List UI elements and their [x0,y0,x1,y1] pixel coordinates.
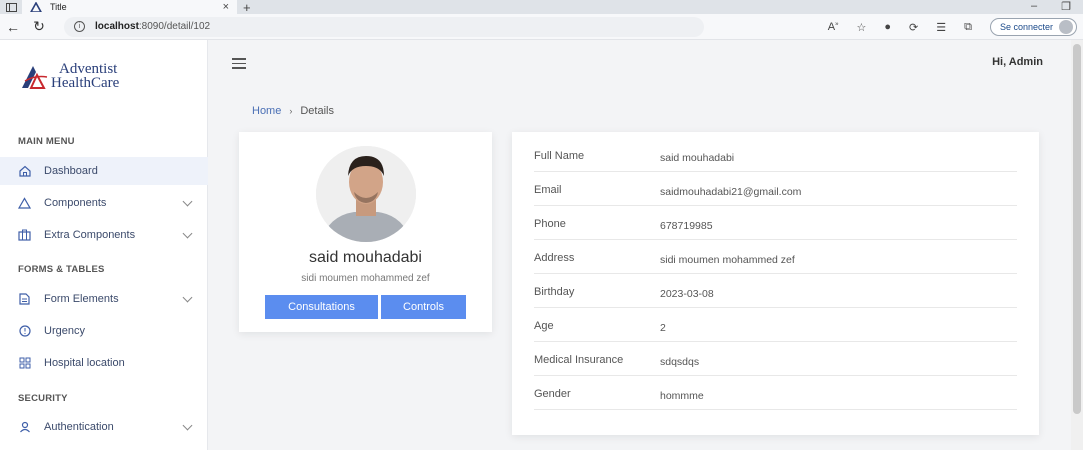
back-icon[interactable]: ← [0,19,26,35]
address-bar: ← ↻ i localhost:8090/detail/102 A» ☆ ● ⟳… [0,14,1083,40]
detail-value: 2 [660,322,666,334]
brand-line1: Adventist [59,61,118,77]
chevron-down-icon [182,196,193,207]
detail-row-medical-insurance: Medical Insurance sdqsdqs [534,342,1017,376]
detail-value: said mouhadabi [660,152,735,164]
detail-value: 2023-03-08 [660,288,714,300]
profile-avatar-icon [1059,20,1073,34]
menu-toggle-icon[interactable] [232,58,246,72]
sidebar-item-hospital-location[interactable]: Hospital location [0,349,208,377]
consultations-button[interactable]: Consultations [265,295,378,319]
favorite-icon[interactable]: ☆ [856,21,866,34]
restore-icon[interactable]: ❐ [1061,0,1071,13]
user-greeting[interactable]: Hi, Admin [992,56,1043,68]
sidebar-item-dashboard[interactable]: Dashboard [0,157,208,185]
favorites-list-icon[interactable]: ☰ [936,21,946,34]
sidebar-item-label: Components [44,197,107,209]
chevron-right-icon: › [289,106,293,116]
extensions-icon[interactable]: ⟳ [909,21,918,34]
grid-icon [18,357,31,370]
info-icon[interactable]: i [74,21,85,32]
sidebar-item-components[interactable]: Components [0,189,208,217]
detail-label: Address [534,252,575,264]
detail-value: hommme [660,390,704,402]
alert-circle-icon [18,325,31,338]
url-path: :8090/detail/102 [138,21,211,32]
cookie-extension-icon[interactable]: ● [884,21,891,33]
details-card: Full Name said mouhadabi Email saidmouha… [512,132,1039,435]
sidebar-item-form-elements[interactable]: Form Elements [0,285,208,313]
detail-value: sidi moumen mohammed zef [660,254,795,266]
detail-label: Phone [534,218,566,230]
section-security: SECURITY [18,393,68,404]
sidebar-item-label: Authentication [44,421,114,433]
url-host: localhost [95,21,139,32]
close-tab-icon[interactable]: × [223,1,229,13]
patient-photo [316,146,416,242]
detail-label: Medical Insurance [534,354,624,366]
detail-value: saidmouhadabi21@gmail.com [660,186,802,198]
controls-button[interactable]: Controls [381,295,466,319]
browser-tab[interactable]: Title × [22,0,237,14]
sidebar-item-label: Dashboard [44,165,98,177]
collections-icon[interactable]: ⧉ [964,21,972,34]
sign-in-button[interactable]: Se connecter [989,18,1077,36]
new-tab-icon[interactable]: + [243,0,251,15]
breadcrumb-home-link[interactable]: Home [252,105,281,117]
detail-row-address: Address sidi moumen mohammed zef [534,240,1017,274]
sidebar-item-extra-components[interactable]: Extra Components [0,221,208,249]
section-forms-tables: FORMS & TABLES [18,264,105,275]
patient-name: said mouhadabi [309,249,422,266]
detail-label: Age [534,320,554,332]
detail-row-birthday: Birthday 2023-03-08 [534,274,1017,308]
chevron-down-icon [182,420,193,431]
read-aloud-icon[interactable]: A» [828,21,839,33]
page-scrollbar[interactable] [1071,40,1083,450]
browser-tab-bar: Title × + – ❐ [0,0,1083,15]
sidebar-item-label: Form Elements [44,293,119,305]
detail-row-gender: Gender hommme [534,376,1017,410]
sidebar-item-label: Urgency [44,325,85,337]
scrollbar-thumb[interactable] [1073,44,1081,414]
detail-row-full-name: Full Name said mouhadabi [534,138,1017,172]
sidebar: Adventist HealthCare MAIN MENU Dashboard… [0,40,208,450]
sidebar-item-urgency[interactable]: Urgency [0,317,208,345]
chevron-down-icon [182,228,193,239]
profile-card: said mouhadabi sidi moumen mohammed zef … [239,132,492,332]
triangle-icon [18,197,31,210]
browser-toolbar: A» ☆ ● ⟳ ☰ ⧉ Se connecter [828,14,1083,40]
patient-address: sidi moumen mohammed zef [301,273,430,284]
minimize-icon[interactable]: – [1031,0,1037,13]
tab-title: Title [50,2,67,12]
user-icon [18,421,31,434]
sign-in-label: Se connecter [999,22,1053,32]
sidebar-item-label: Extra Components [44,229,136,241]
brand-line2: HealthCare [51,75,120,91]
detail-label: Full Name [534,150,585,162]
document-icon [18,293,31,306]
home-icon [18,165,31,178]
section-main-menu: MAIN MENU [18,136,75,147]
window-controls: – ❐ [1031,0,1071,13]
sidebar-item-authentication[interactable]: Authentication [0,413,208,441]
breadcrumb-current: Details [300,105,334,117]
tab-actions-icon[interactable] [0,0,22,14]
brand-logo-icon [22,66,48,89]
detail-value: sdqsdqs [660,356,700,368]
detail-label: Birthday [534,286,575,298]
detail-row-email: Email saidmouhadabi21@gmail.com [534,172,1017,206]
url-field[interactable]: i localhost:8090/detail/102 [64,16,704,37]
briefcase-icon [18,229,31,242]
favicon-icon [29,1,43,13]
breadcrumb: Home › Details [252,105,334,117]
detail-label: Email [534,184,562,196]
detail-row-phone: Phone 678719985 [534,206,1017,240]
brand-logo[interactable]: Adventist HealthCare [20,61,120,91]
chevron-down-icon [182,292,193,303]
detail-label: Gender [534,388,571,400]
refresh-icon[interactable]: ↻ [26,18,52,35]
detail-row-age: Age 2 [534,308,1017,342]
detail-value: 678719985 [660,220,713,232]
sidebar-item-label: Hospital location [44,357,125,369]
